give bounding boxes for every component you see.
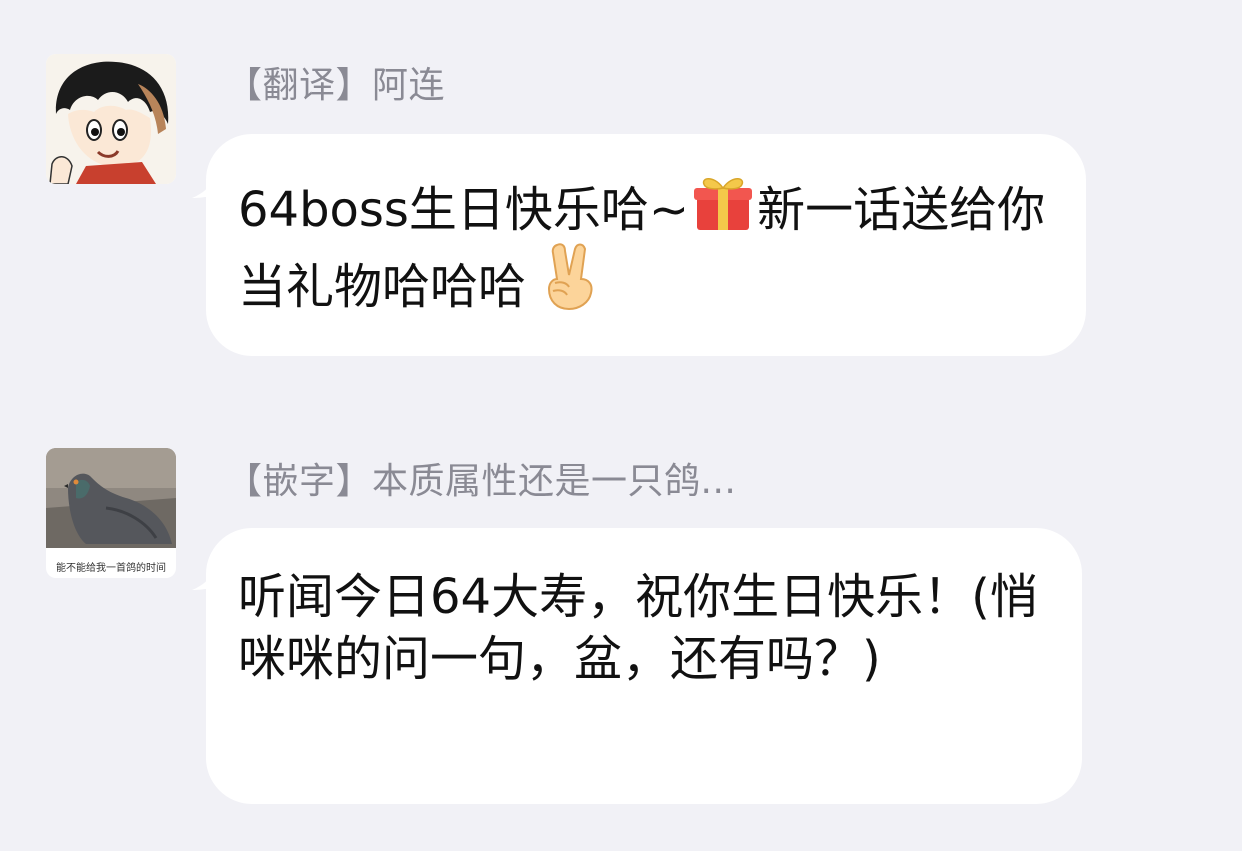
avatar-caption: 能不能给我一首鸽的时间 — [56, 563, 166, 574]
chat-thread: 【翻译】阿连 64boss生日快乐哈~ 新一话送给你当礼物哈哈哈 能不能给我一首… — [0, 0, 1242, 851]
anime-character-avatar-icon — [46, 54, 176, 184]
avatar[interactable]: 能不能给我一首鸽的时间 — [46, 448, 176, 578]
message-bubble[interactable]: 听闻今日64大寿，祝你生日快乐！(悄咪咪的问一句，盆，还有吗？) — [192, 528, 1082, 804]
bubble-tail-icon — [192, 566, 218, 590]
avatar[interactable] — [46, 54, 176, 184]
message-bubble[interactable]: 64boss生日快乐哈~ 新一话送给你当礼物哈哈哈 — [192, 134, 1086, 356]
bubble-tail-icon — [192, 174, 218, 198]
message-text: 听闻今日64大寿，祝你生日快乐！(悄咪咪的问一句，盆，还有吗？) — [238, 569, 1038, 687]
gift-icon — [694, 178, 753, 230]
sender-name[interactable]: 【翻译】阿连 — [226, 56, 445, 108]
victory-hand-icon — [548, 243, 593, 311]
sender-name[interactable]: 【嵌字】本质属性还是一只鸽... — [226, 452, 736, 504]
message-text: 64boss生日快乐哈~ — [238, 182, 690, 238]
pigeon-photo-icon — [46, 448, 176, 548]
